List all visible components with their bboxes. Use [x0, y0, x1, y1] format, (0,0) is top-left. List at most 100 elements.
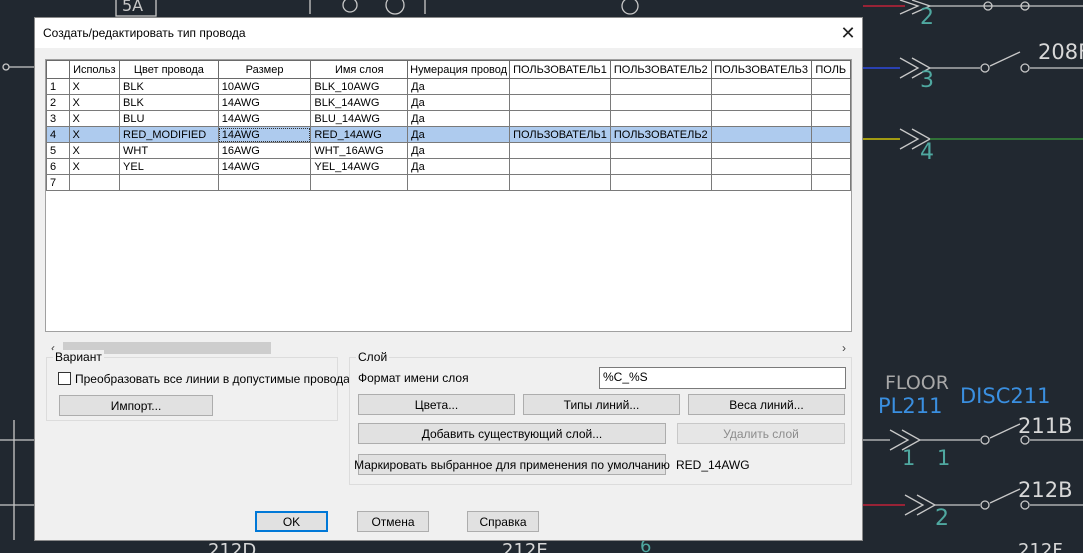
lineweights-button[interactable]: Веса линий... — [688, 394, 845, 415]
row-number-cell[interactable]: 7 — [46, 174, 70, 191]
table-row[interactable]: 5 X WHT 16AWG WHT_16AWG Да — [46, 142, 851, 159]
grid-cell[interactable] — [710, 174, 812, 191]
help-button[interactable]: Справка — [467, 511, 539, 532]
grid-cell[interactable]: 10AWG — [217, 78, 312, 95]
grid-cell[interactable]: X — [68, 142, 121, 159]
grid-cell[interactable]: BLU — [119, 110, 219, 127]
grid-cell[interactable] — [509, 158, 611, 175]
grid-column-header[interactable]: Имя слоя — [310, 60, 409, 79]
linetypes-button[interactable]: Типы линий... — [523, 394, 680, 415]
grid-cell[interactable]: 14AWG — [217, 126, 312, 143]
grid-cell[interactable] — [810, 174, 851, 191]
row-number-cell[interactable]: 3 — [46, 110, 70, 127]
grid-cell[interactable] — [710, 126, 812, 143]
grid-cell[interactable]: ПОЛЬЗОВАТЕЛЬ1 — [509, 126, 611, 143]
grid-cell[interactable]: Да — [407, 78, 511, 95]
grid-cell[interactable] — [609, 158, 712, 175]
grid-cell[interactable]: BLK — [119, 78, 219, 95]
grid-cell[interactable]: ПОЛЬЗОВАТЕЛЬ2 — [609, 126, 712, 143]
grid-cell[interactable] — [810, 94, 851, 111]
grid-cell[interactable]: Да — [407, 126, 511, 143]
grid-cell[interactable] — [310, 174, 409, 191]
grid-cell[interactable] — [609, 94, 712, 111]
grid-cell[interactable] — [810, 142, 851, 159]
grid-cell[interactable] — [509, 78, 611, 95]
delete-layer-button[interactable]: Удалить слой — [677, 423, 845, 444]
grid-cell[interactable] — [609, 110, 712, 127]
grid-column-header[interactable]: Использ — [68, 60, 121, 79]
grid-cell[interactable] — [710, 110, 812, 127]
grid-cell[interactable]: X — [68, 126, 121, 143]
table-row[interactable]: 1 X BLK 10AWG BLK_10AWG Да — [46, 78, 851, 95]
layer-name-format-input[interactable]: %C_%S — [599, 367, 846, 389]
table-row[interactable]: 3 X BLU 14AWG BLU_14AWG Да — [46, 110, 851, 127]
grid-cell[interactable]: X — [68, 94, 121, 111]
grid-cell[interactable] — [810, 78, 851, 95]
grid-cell[interactable]: RED_14AWG — [310, 126, 409, 143]
grid-cell[interactable]: X — [68, 158, 121, 175]
grid-cell[interactable] — [509, 174, 611, 191]
grid-cell[interactable]: YEL — [119, 158, 219, 175]
grid-cell[interactable]: X — [68, 110, 121, 127]
grid-cell[interactable] — [217, 174, 312, 191]
grid-column-header[interactable]: ПОЛЬЗОВАТЕЛЬ2 — [609, 60, 712, 79]
grid-cell[interactable]: 14AWG — [217, 158, 312, 175]
grid-cell[interactable]: WHT — [119, 142, 219, 159]
grid-cell[interactable] — [68, 174, 121, 191]
grid-cell[interactable] — [810, 110, 851, 127]
grid-cell[interactable] — [810, 158, 851, 175]
table-row[interactable]: 4 X RED_MODIFIED 14AWG RED_14AWG Да ПОЛЬЗОВАТЕ… — [46, 126, 851, 143]
grid-cell[interactable]: Да — [407, 110, 511, 127]
mark-default-button[interactable]: Маркировать выбранное для применения по … — [354, 454, 670, 475]
cancel-button[interactable]: Отмена — [357, 511, 429, 532]
grid-corner-header[interactable] — [46, 60, 70, 79]
grid-cell[interactable] — [710, 158, 812, 175]
import-button[interactable]: Импорт... — [59, 395, 213, 416]
grid-cell[interactable] — [710, 142, 812, 159]
grid-column-header[interactable]: Цвет провода — [119, 60, 219, 79]
grid-cell[interactable] — [407, 174, 511, 191]
grid-cell[interactable] — [609, 142, 712, 159]
grid-cell[interactable] — [509, 142, 611, 159]
grid-cell[interactable]: 14AWG — [217, 110, 312, 127]
grid-column-header[interactable]: ПОЛЬЗОВАТЕЛЬ1 — [509, 60, 611, 79]
grid-cell[interactable] — [710, 94, 812, 111]
grid-column-header[interactable]: Размер — [217, 60, 312, 79]
ok-button[interactable]: OK — [255, 511, 328, 532]
grid-cell[interactable] — [710, 78, 812, 95]
dialog-titlebar[interactable]: Создать/редактировать тип провода ✕ — [35, 18, 862, 48]
row-number-cell[interactable]: 1 — [46, 78, 70, 95]
grid-cell[interactable]: Да — [407, 142, 511, 159]
colors-button[interactable]: Цвета... — [358, 394, 515, 415]
grid-column-header[interactable]: Нумерация провод — [407, 60, 511, 79]
grid-cell[interactable]: BLK_10AWG — [310, 78, 409, 95]
grid-column-header[interactable]: ПОЛЬЗОВАТЕЛЬ3 — [710, 60, 812, 79]
grid-cell[interactable]: Да — [407, 158, 511, 175]
grid-cell[interactable]: WHT_16AWG — [310, 142, 409, 159]
grid-cell[interactable] — [609, 174, 712, 191]
row-number-cell[interactable]: 6 — [46, 158, 70, 175]
grid-cell[interactable] — [609, 78, 712, 95]
grid-cell[interactable]: BLK_14AWG — [310, 94, 409, 111]
grid-column-header[interactable]: ПОЛЬ — [810, 60, 851, 79]
grid-cell[interactable]: YEL_14AWG — [310, 158, 409, 175]
row-number-cell[interactable]: 2 — [46, 94, 70, 111]
table-row[interactable]: 2 X BLK 14AWG BLK_14AWG Да — [46, 94, 851, 111]
add-existing-layer-button[interactable]: Добавить существующий слой... — [358, 423, 666, 444]
grid-cell[interactable] — [509, 94, 611, 111]
grid-cell[interactable]: BLK — [119, 94, 219, 111]
row-number-cell[interactable]: 4 — [46, 126, 70, 143]
table-row[interactable]: 7 — [46, 174, 851, 191]
grid-cell[interactable] — [119, 174, 219, 191]
grid-cell[interactable]: 14AWG — [217, 94, 312, 111]
grid-cell[interactable]: Да — [407, 94, 511, 111]
grid-cell[interactable]: RED_MODIFIED — [119, 126, 219, 143]
grid-cell[interactable] — [810, 126, 851, 143]
wire-type-grid[interactable]: Использ Цвет провода Размер Имя слоя Нумерац… — [45, 59, 852, 332]
grid-cell[interactable]: X — [68, 78, 121, 95]
table-row[interactable]: 6 X YEL 14AWG YEL_14AWG Да — [46, 158, 851, 175]
convert-lines-checkbox[interactable] — [58, 372, 71, 385]
grid-horizontal-scrollbar[interactable]: ‹ › — [45, 339, 852, 356]
grid-cell[interactable]: BLU_14AWG — [310, 110, 409, 127]
close-icon[interactable]: ✕ — [834, 18, 862, 48]
